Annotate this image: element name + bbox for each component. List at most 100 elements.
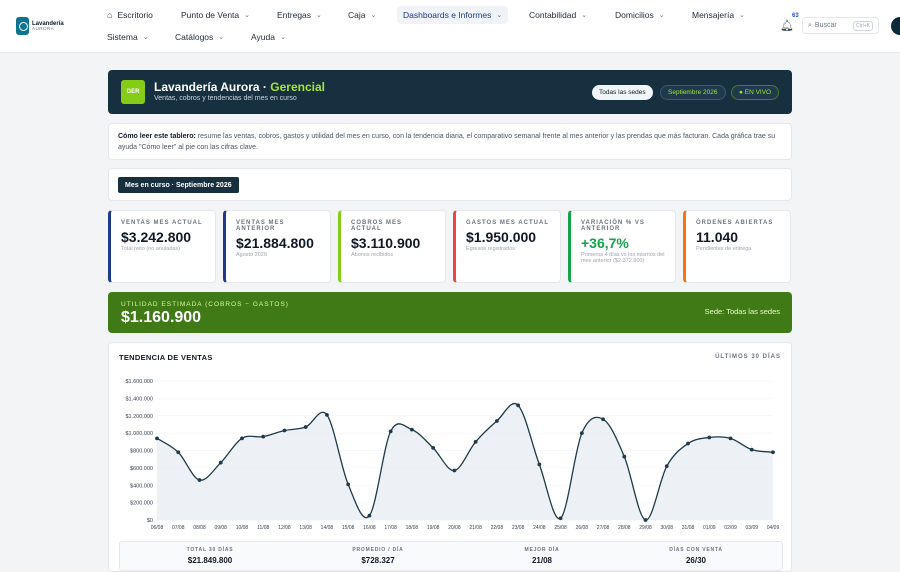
x-tick-label: 29/08 [639,525,652,531]
summary-value: $21.849.800 [187,556,233,565]
data-point [622,454,627,459]
summary-value: 26/30 [685,556,707,565]
kpi-card: Ventas mes anterior $21.884.800 Agosto 202… [223,210,331,283]
live-status-pill: ● EN VIVO [731,85,780,100]
dashboard-header: GER Lavandería Aurora · Gerencial Ventas… [108,70,792,114]
data-point [686,441,690,446]
summary-label: DÍAS CON VENTA [669,547,723,553]
nav-label: Entregas [277,10,312,20]
app-logo[interactable]: Lavandería AURORA [16,16,64,36]
data-point [664,464,669,469]
data-point [771,450,775,455]
kpi-label: Órdenes abiertas [696,220,774,226]
data-point [473,439,478,444]
x-tick-label: 06/08 [151,525,164,531]
data-point [431,445,436,450]
y-tick-label: $1.600.000 [125,379,153,385]
sede-filter-pill[interactable]: Todas las sedes [592,85,653,100]
data-point [176,450,181,455]
nav-label: Caja [348,10,366,20]
summary-label: PROMEDIO / DÍA [352,547,404,553]
role-badge: GER [121,80,145,104]
data-point [197,478,202,482]
x-tick-label: 19/08 [427,525,440,531]
chevron-down-icon: ⌄ [244,12,251,19]
bell-icon[interactable]: 🔔︎ [780,19,794,32]
x-tick-label: 20/08 [448,525,461,531]
x-tick-label: 14/08 [321,525,334,531]
data-point [643,518,648,522]
nav-entregas[interactable]: Entregas ⌄ [271,6,328,24]
data-point [452,468,457,473]
y-tick-label: $1.200.000 [125,414,153,420]
x-tick-label: 04/09 [767,525,780,531]
data-point [325,412,329,417]
search-button[interactable]: ⌕ Buscar Ctrl+K [802,17,879,34]
x-tick-label: 07/08 [172,525,185,531]
nav-punto-de-venta[interactable]: Punto de Venta ⌄ [175,6,256,24]
kpi-value: +36,7% [581,235,629,251]
chevron-down-icon: ⌄ [279,34,286,41]
profit-banner: UTILIDAD ESTIMADA (COBROS − GASTOS) $1.1… [108,292,792,333]
top-navbar: Lavandería AURORA ⌂ Escritorio Punto de … [0,0,900,53]
nav-sistema[interactable]: Sistema ⌄ [101,28,155,46]
x-tick-label: 30/08 [661,525,674,531]
nav-label: Dashboards e Informes [403,10,492,20]
x-tick-label: 24/08 [533,525,546,531]
summary-sales-days: DÍAS CON VENTA 26/30 [636,547,756,565]
nav-label: Domicilios [615,10,654,20]
nav-domicilios[interactable]: Domicilios ⌄ [609,6,671,24]
data-point [282,428,287,433]
x-tick-label: 12/08 [278,525,291,531]
logo-icon [16,17,29,35]
kpi-value: $1.950.000 [466,229,537,245]
period-chip[interactable]: Mes en curso · Septiembre 2026 [118,177,239,193]
kpi-subtext: Abonos recibidos [351,252,394,258]
search-label: Buscar [814,22,837,29]
nav-ayuda[interactable]: Ayuda ⌄ [245,28,292,46]
y-tick-label: $1.400.000 [125,396,153,402]
y-tick-label: $600.000 [130,466,153,472]
title-accent: Gerencial [270,80,325,94]
x-tick-label: 03/09 [746,525,759,531]
summary-best-day: MEJOR DÍA 21/08 [482,547,602,565]
kpi-card: Gastos mes actual $1.950.000 Egresos regis… [453,210,561,283]
kpi-card: Cobros mes actual $3.110.900 Abonos recibi… [338,210,446,283]
kpi-label: Gastos mes actual [466,220,550,226]
home-icon: ⌂ [107,10,113,20]
summary-total: TOTAL 30 DÍAS $21.849.800 [150,547,270,565]
y-tick-label: $1.000.000 [125,431,153,437]
kpi-card: Órdenes abiertas 11.040 Pendientes de entr… [683,210,791,283]
nav-mensajeria[interactable]: Mensajería ⌄ [686,6,751,24]
data-point [494,419,499,423]
sales-trend-card: TENDENCIA DE VENTAS ÚLTIMOS 30 DÍAS $0 $2… [108,342,792,572]
x-tick-label: 15/08 [342,525,355,531]
chart-title: TENDENCIA DE VENTAS [119,353,213,362]
nav-contabilidad[interactable]: Contabilidad ⌄ [523,6,593,24]
nav-catalogos[interactable]: Catálogos ⌄ [169,28,230,46]
profit-label: UTILIDAD ESTIMADA (COBROS − GASTOS) [121,301,289,308]
avatar[interactable] [891,17,900,35]
x-tick-label: 18/08 [406,525,419,531]
x-tick-label: 27/08 [597,525,610,531]
nav-dashboards[interactable]: Dashboards e Informes ⌄ [397,6,509,24]
kpi-subtext: Primeros 4 días vs los mismos del mes an… [581,252,665,264]
data-point [346,482,351,487]
nav-escritorio[interactable]: ⌂ Escritorio [101,6,159,24]
data-point [601,417,605,422]
page-title: Lavandería Aurora · Gerencial [154,80,325,94]
help-text: resume las ventas, cobros, gastos y util… [118,133,776,151]
x-tick-label: 09/08 [214,525,227,531]
nav-caja[interactable]: Caja ⌄ [342,6,382,24]
month-filter-pill[interactable]: Septiembre 2026 [660,85,726,100]
x-tick-label: 26/08 [576,525,589,531]
app-subname: AURORA [32,25,55,31]
chart-summary: TOTAL 30 DÍAS $21.849.800 PROMEDIO / DÍA $… [119,541,783,571]
data-point [749,447,754,452]
kpi-subtext: Agosto 2026 [236,252,267,258]
data-point [516,403,521,408]
kpi-value: $3.110.900 [351,235,421,251]
nav-label: Contabilidad [529,10,577,20]
chevron-down-icon: ⌄ [316,12,322,19]
data-point [409,427,414,432]
